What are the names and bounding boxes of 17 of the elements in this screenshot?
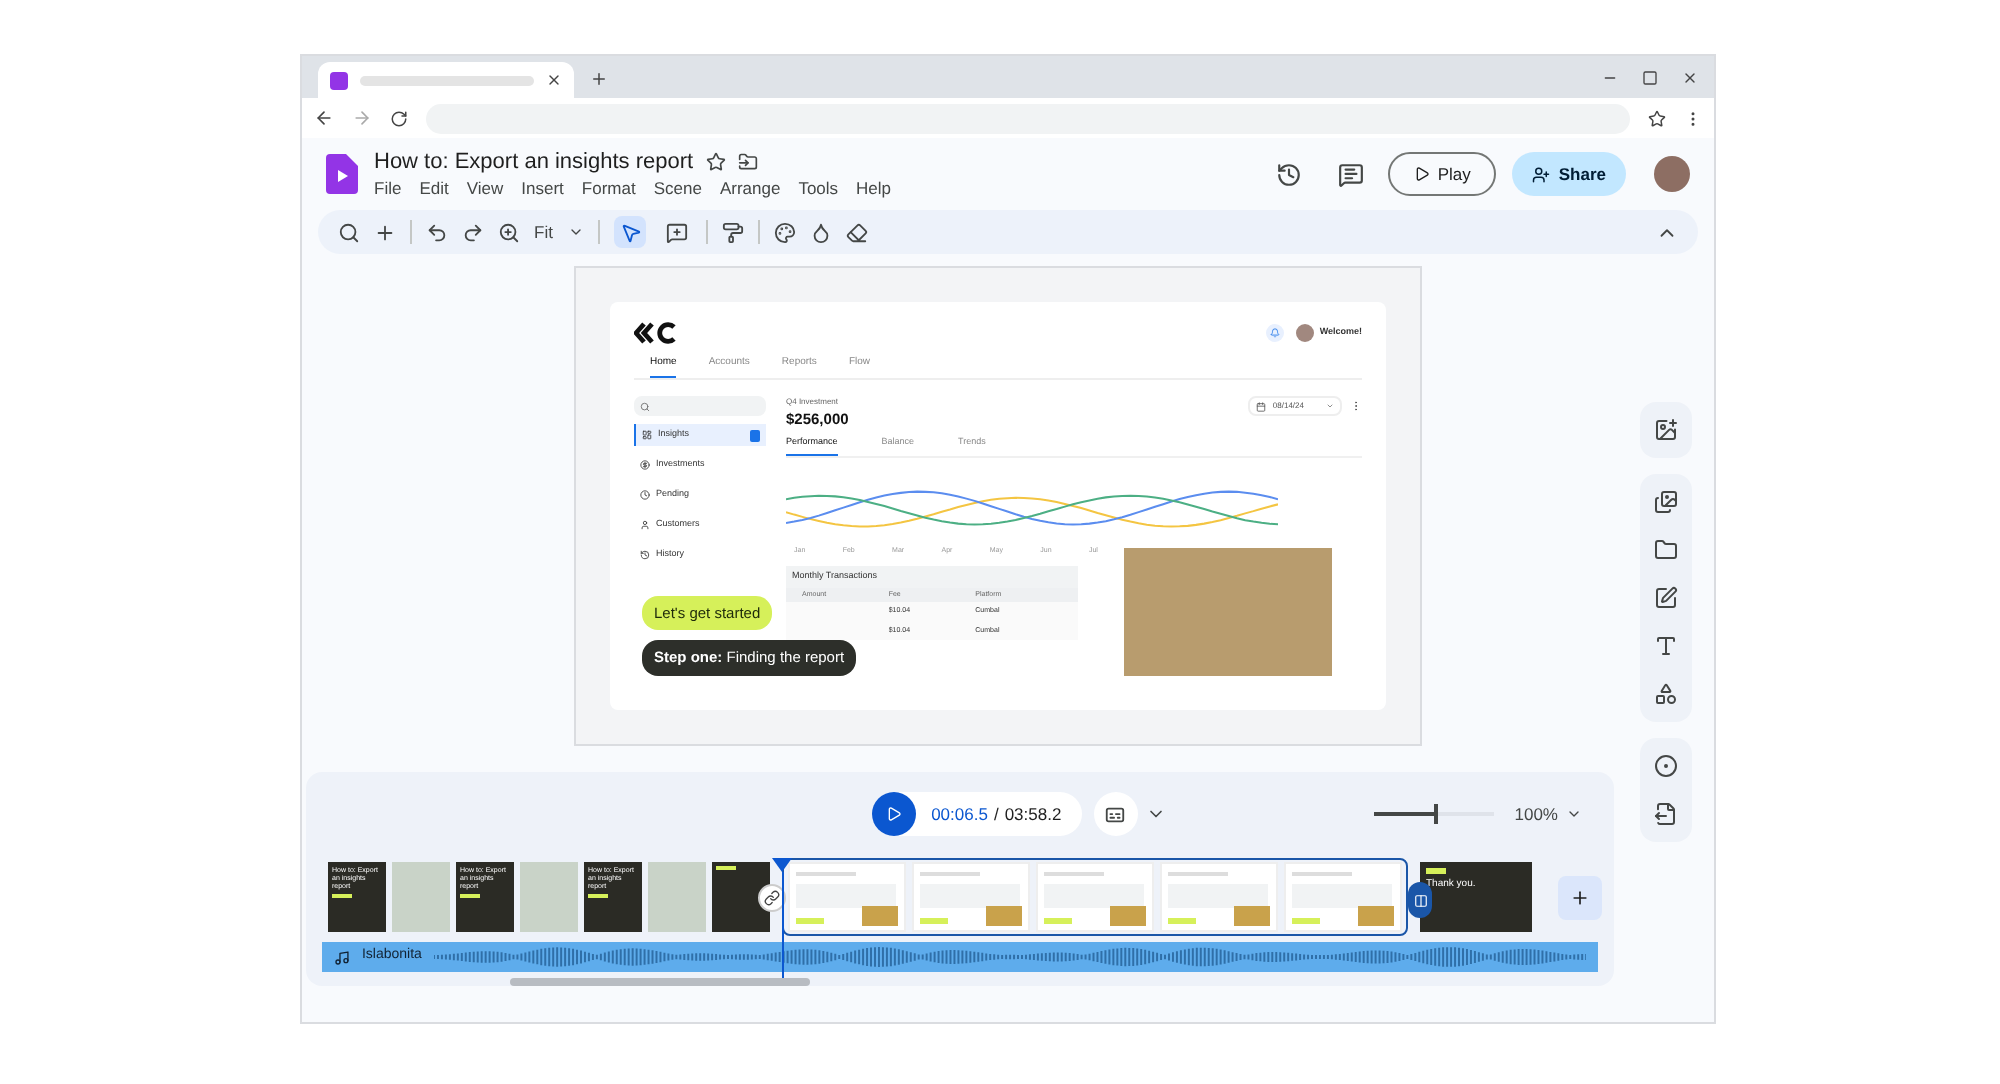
play-button[interactable]: Play: [1387, 152, 1497, 196]
menu-item[interactable]: View: [466, 176, 504, 200]
zoom-dropdown[interactable]: Fit: [534, 219, 585, 245]
menu-item[interactable]: File: [374, 176, 402, 200]
total-time: 03:58.2: [1004, 803, 1062, 824]
share-button[interactable]: Share: [1512, 152, 1626, 196]
document-title[interactable]: How to: Export an insights report: [374, 148, 694, 176]
menu-item[interactable]: Insert: [521, 176, 564, 200]
menu-item[interactable]: Arrange: [719, 176, 781, 200]
menu-item[interactable]: Tools: [798, 176, 839, 200]
menu-item[interactable]: Help: [856, 176, 892, 200]
zoom-dropdown[interactable]: 100%: [1514, 801, 1582, 827]
menu-item[interactable]: Scene: [653, 176, 702, 200]
menu-item[interactable]: Format: [581, 176, 636, 200]
time-separator: /: [993, 803, 999, 824]
menu-item[interactable]: Edit: [419, 176, 449, 200]
current-time: 00:06.5: [931, 803, 988, 824]
